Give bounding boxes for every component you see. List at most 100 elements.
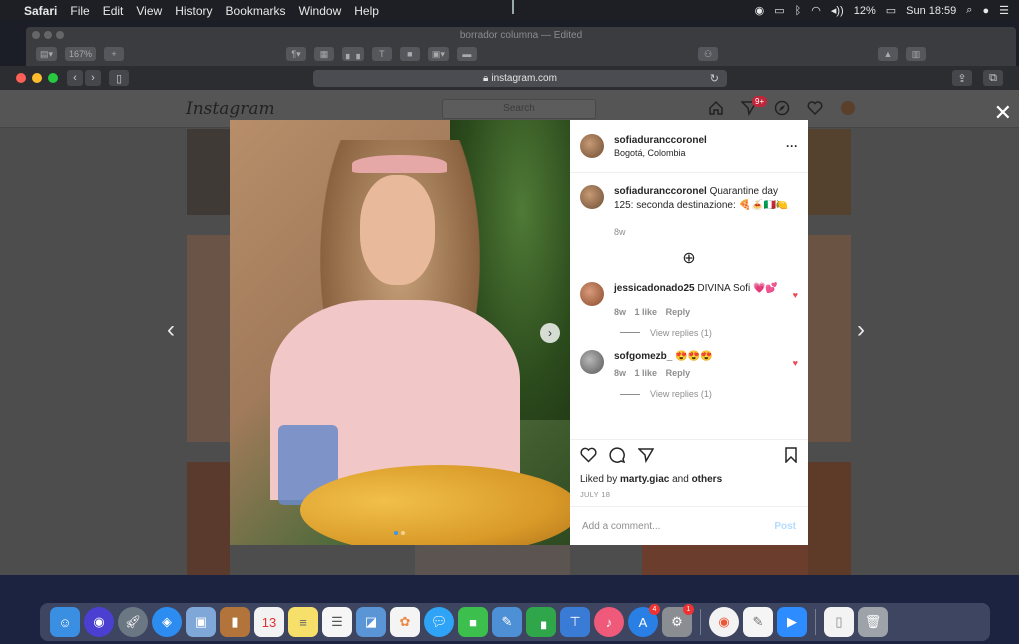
format-button[interactable]: ▲ bbox=[878, 47, 898, 61]
menu-bookmarks[interactable]: Bookmarks bbox=[226, 4, 286, 18]
finder-icon[interactable]: ☺ bbox=[50, 607, 80, 637]
grid-tile[interactable] bbox=[808, 235, 851, 442]
contacts-icon[interactable]: ▮ bbox=[220, 607, 250, 637]
creative-cloud-icon[interactable]: ◉ bbox=[755, 4, 765, 17]
liked-by-user[interactable]: marty.giac bbox=[620, 474, 669, 485]
sidebar-button[interactable]: ▯ bbox=[109, 70, 129, 86]
clock[interactable]: Sun 18:59 bbox=[906, 5, 956, 17]
table-button[interactable]: ▦ bbox=[314, 47, 334, 61]
photos-icon[interactable]: ✿ bbox=[390, 607, 420, 637]
insert-button[interactable]: ¶▾ bbox=[286, 47, 306, 61]
text-button[interactable]: T bbox=[371, 47, 392, 61]
safari-icon[interactable]: ◈ bbox=[152, 607, 182, 637]
numbers-icon[interactable]: ▗ bbox=[526, 607, 556, 637]
grid-tile[interactable] bbox=[808, 462, 851, 575]
notification-center-icon[interactable]: ☰ bbox=[999, 4, 1009, 17]
comment-like-heart-icon[interactable]: ♥ bbox=[793, 290, 798, 318]
document-button[interactable]: ▥ bbox=[906, 47, 926, 61]
grid-tile[interactable] bbox=[187, 235, 230, 442]
minimize-window-button[interactable] bbox=[32, 73, 42, 83]
menu-help[interactable]: Help bbox=[354, 4, 379, 18]
comment-button[interactable]: ▬ bbox=[456, 47, 477, 61]
avatar[interactable] bbox=[580, 185, 604, 209]
trash-icon[interactable]: 🗑︎ bbox=[858, 607, 888, 637]
launchpad-icon[interactable]: 🚀︎ bbox=[118, 607, 148, 637]
reply-button[interactable]: Reply bbox=[666, 368, 691, 378]
like-heart-icon[interactable] bbox=[580, 447, 597, 468]
close-icon[interactable]: ✕ bbox=[994, 102, 1012, 124]
view-replies-button[interactable]: View replies (1) bbox=[620, 328, 798, 338]
collaborate-button[interactable]: ⚇ bbox=[698, 47, 718, 61]
add-comment-input[interactable]: Add a comment... bbox=[582, 521, 660, 532]
app-store-icon[interactable]: A4 bbox=[628, 604, 660, 637]
music-icon[interactable]: ♪ bbox=[594, 607, 624, 637]
comment-icon[interactable] bbox=[609, 447, 626, 468]
system-preferences-icon[interactable]: ⚙ 1 bbox=[662, 604, 694, 637]
messages-icon[interactable]: 💬︎ bbox=[424, 607, 454, 637]
chart-button[interactable]: ▖▗ bbox=[342, 47, 364, 61]
grid-tile[interactable] bbox=[187, 129, 230, 215]
instagram-logo[interactable]: Instagram bbox=[186, 99, 275, 119]
menu-edit[interactable]: Edit bbox=[103, 4, 124, 18]
shape-button[interactable]: ■ bbox=[399, 47, 420, 61]
avatar[interactable] bbox=[580, 282, 604, 307]
post-location[interactable]: Bogotá, Colombia bbox=[614, 148, 707, 158]
facetime-icon[interactable]: ■ bbox=[458, 607, 488, 637]
volume-icon[interactable]: ◂)) bbox=[831, 4, 844, 17]
avatar[interactable] bbox=[580, 134, 604, 158]
notes-icon[interactable]: ≡ bbox=[288, 607, 318, 637]
textedit-icon[interactable]: ✎ bbox=[743, 607, 773, 637]
view-replies-button[interactable]: View replies (1) bbox=[620, 389, 798, 399]
siri-icon[interactable]: ● bbox=[982, 5, 989, 17]
close-window-button[interactable] bbox=[16, 73, 26, 83]
grid-tile[interactable] bbox=[642, 545, 808, 575]
grid-tile[interactable] bbox=[187, 462, 230, 575]
grid-tile[interactable] bbox=[415, 545, 570, 575]
next-image-chevron-icon[interactable]: › bbox=[540, 323, 560, 343]
calendar-icon[interactable]: 13 bbox=[254, 607, 284, 637]
grid-tile[interactable] bbox=[808, 129, 851, 215]
menu-view[interactable]: View bbox=[136, 4, 162, 18]
post-photo[interactable]: › bbox=[230, 120, 570, 545]
save-bookmark-icon[interactable] bbox=[784, 447, 798, 468]
keynote-notepad-icon[interactable]: ✎ bbox=[492, 607, 522, 637]
airplay-icon[interactable]: ▭ bbox=[774, 4, 784, 17]
reminders-icon[interactable]: ☰ bbox=[322, 607, 352, 637]
reload-icon[interactable]: ↻ bbox=[710, 72, 719, 85]
comment-likes[interactable]: 1 like bbox=[635, 307, 658, 317]
siri-icon[interactable]: ◉ bbox=[84, 607, 114, 637]
back-button[interactable]: ‹ bbox=[67, 70, 83, 86]
keynote-icon[interactable]: ⊤ bbox=[560, 607, 590, 637]
menu-window[interactable]: Window bbox=[299, 4, 342, 18]
next-post-arrow-icon[interactable]: › bbox=[857, 318, 865, 342]
comment-like-heart-icon[interactable]: ♥ bbox=[793, 358, 798, 380]
address-bar[interactable]: 🔒︎ instagram.com ↻ bbox=[313, 70, 727, 87]
chrome-icon[interactable]: ◉ bbox=[709, 607, 739, 637]
menu-app-name[interactable]: Safari bbox=[24, 4, 57, 18]
search-input[interactable]: Search bbox=[442, 99, 596, 119]
menu-history[interactable]: History bbox=[175, 4, 212, 18]
home-icon[interactable] bbox=[706, 98, 726, 118]
bluetooth-icon[interactable]: ᛒ bbox=[795, 5, 802, 17]
comment-username[interactable]: jessicadonado25 bbox=[614, 283, 695, 294]
zoom-menu-button[interactable]: 167% bbox=[65, 47, 97, 61]
previous-post-arrow-icon[interactable]: ‹ bbox=[167, 318, 175, 342]
battery-percent[interactable]: 12% bbox=[854, 5, 876, 17]
maps-icon[interactable]: ◪ bbox=[356, 607, 386, 637]
post-username[interactable]: sofiaduranccoronel bbox=[614, 135, 707, 146]
explore-icon[interactable] bbox=[772, 98, 792, 118]
comment-username[interactable]: sofgomezb_ bbox=[614, 351, 672, 362]
media-button[interactable]: ▣▾ bbox=[427, 47, 449, 61]
comments-list[interactable]: sofiaduranccoronel Quarantine day 125: s… bbox=[570, 173, 808, 439]
activity-heart-icon[interactable] bbox=[805, 98, 825, 118]
add-page-button[interactable]: + bbox=[104, 47, 125, 61]
reply-button[interactable]: Reply bbox=[666, 307, 691, 317]
forward-button[interactable]: › bbox=[85, 70, 101, 86]
avatar[interactable] bbox=[580, 349, 604, 374]
zoom-icon[interactable]: ▶ bbox=[777, 607, 807, 637]
comment-likes[interactable]: 1 like bbox=[635, 368, 658, 378]
share-button[interactable]: ⇪ bbox=[952, 70, 972, 86]
more-options-icon[interactable]: ··· bbox=[786, 139, 798, 153]
wifi-icon[interactable]: ◠ bbox=[811, 4, 821, 17]
menu-file[interactable]: File bbox=[70, 4, 89, 18]
